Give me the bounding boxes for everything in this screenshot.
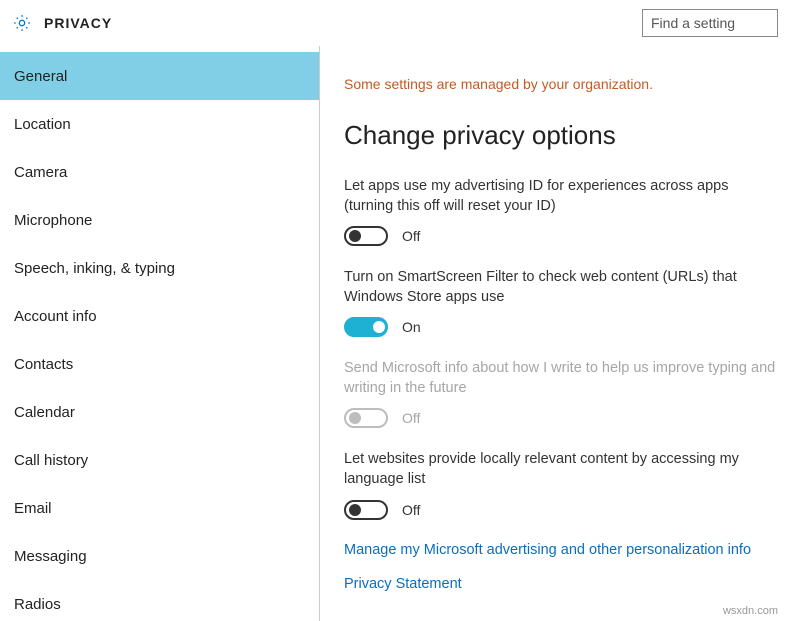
header: PRIVACY	[0, 0, 786, 46]
setting-description: Turn on SmartScreen Filter to check web …	[344, 268, 778, 307]
sidebar-item-label: Microphone	[14, 212, 92, 229]
content: Some settings are managed by your organi…	[320, 46, 786, 621]
sidebar-item-label: Call history	[14, 452, 88, 469]
setting-block: Let apps use my advertising ID for exper…	[344, 177, 778, 246]
toggle-knob	[349, 230, 361, 242]
search-input[interactable]	[642, 9, 778, 37]
sidebar-item-speech-inking-typing[interactable]: Speech, inking, & typing	[0, 244, 319, 292]
page-title: PRIVACY	[44, 15, 112, 31]
toggle-row: Off	[344, 408, 778, 428]
toggle-row: Off	[344, 500, 778, 520]
toggle-state-label: On	[402, 319, 421, 335]
sidebar-item-call-history[interactable]: Call history	[0, 436, 319, 484]
toggle-knob	[349, 504, 361, 516]
setting-block: Turn on SmartScreen Filter to check web …	[344, 268, 778, 337]
sidebar-item-label: Contacts	[14, 356, 73, 373]
toggle-state-label: Off	[402, 228, 420, 244]
sidebar-item-contacts[interactable]: Contacts	[0, 340, 319, 388]
setting-description: Let websites provide locally relevant co…	[344, 450, 778, 489]
sidebar-item-messaging[interactable]: Messaging	[0, 532, 319, 580]
sidebar-item-label: Speech, inking, & typing	[14, 260, 175, 277]
toggle-switch[interactable]	[344, 226, 388, 246]
sidebar-item-label: Calendar	[14, 404, 75, 421]
toggle-switch	[344, 408, 388, 428]
sidebar-item-label: Email	[14, 500, 52, 517]
header-left: PRIVACY	[12, 13, 112, 33]
sidebar-item-location[interactable]: Location	[0, 100, 319, 148]
setting-block: Send Microsoft info about how I write to…	[344, 359, 778, 428]
sidebar: General Location Camera Microphone Speech, i…	[0, 46, 320, 621]
sidebar-item-account-info[interactable]: Account info	[0, 292, 319, 340]
toggle-row: On	[344, 317, 778, 337]
sidebar-item-calendar[interactable]: Calendar	[0, 388, 319, 436]
content-link[interactable]: Manage my Microsoft advertising and othe…	[344, 542, 778, 558]
toggle-row: Off	[344, 226, 778, 246]
toggle-state-label: Off	[402, 410, 420, 426]
toggle-state-label: Off	[402, 502, 420, 518]
sidebar-item-microphone[interactable]: Microphone	[0, 196, 319, 244]
sidebar-item-label: Location	[14, 116, 71, 133]
setting-block: Let websites provide locally relevant co…	[344, 450, 778, 519]
setting-description: Send Microsoft info about how I write to…	[344, 359, 778, 398]
setting-description: Let apps use my advertising ID for exper…	[344, 177, 778, 216]
body: General Location Camera Microphone Speech, i…	[0, 46, 786, 621]
sidebar-item-label: Radios	[14, 596, 61, 613]
toggle-knob	[373, 321, 385, 333]
sidebar-item-label: Account info	[14, 308, 97, 325]
content-link[interactable]: Privacy Statement	[344, 576, 778, 592]
sidebar-item-label: General	[14, 68, 67, 85]
toggle-knob	[349, 412, 361, 424]
content-heading: Change privacy options	[344, 120, 778, 151]
managed-by-org-message: Some settings are managed by your organi…	[344, 76, 778, 92]
toggle-switch[interactable]	[344, 500, 388, 520]
watermark: wsxdn.com	[723, 605, 778, 617]
sidebar-item-camera[interactable]: Camera	[0, 148, 319, 196]
sidebar-item-label: Messaging	[14, 548, 87, 565]
sidebar-item-email[interactable]: Email	[0, 484, 319, 532]
sidebar-item-radios[interactable]: Radios	[0, 580, 319, 621]
sidebar-item-label: Camera	[14, 164, 67, 181]
sidebar-item-general[interactable]: General	[0, 52, 319, 100]
gear-icon	[12, 13, 32, 33]
toggle-switch[interactable]	[344, 317, 388, 337]
